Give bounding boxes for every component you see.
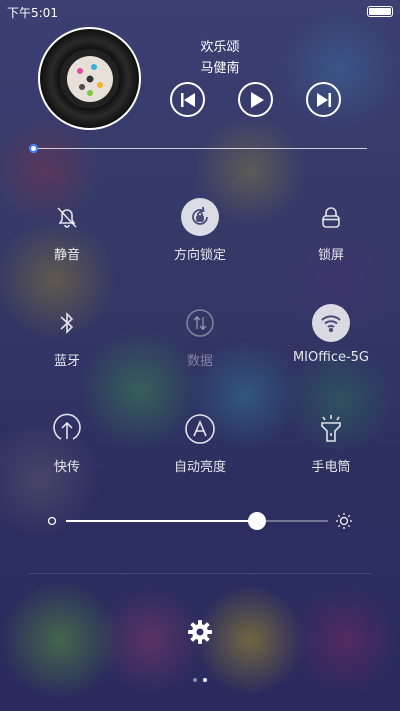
next-button[interactable] [306,82,341,117]
tile-flashlight[interactable]: 手电筒 [271,410,391,475]
data-icon [181,304,219,342]
tile-label: 自动亮度 [173,460,226,475]
status-time: 下午5:01 [7,6,58,20]
album-art [66,55,113,102]
tile-label: 锁屏 [317,248,344,263]
wifi-icon [312,304,350,342]
auto-brightness-icon [181,410,219,448]
tile-label: MIOffice-5G [292,350,370,365]
page-indicator-dot-1 [193,678,197,682]
battery-icon [367,6,393,17]
tile-mute[interactable]: 静音 [7,198,127,263]
transfer-icon [48,410,86,448]
previous-button[interactable] [170,82,205,117]
lock-icon [312,198,350,236]
music-progress-track[interactable] [33,148,367,149]
brightness-slider[interactable] [66,512,328,530]
tile-label: 方向锁定 [173,248,226,263]
tile-bluetooth[interactable]: 蓝牙 [7,304,127,369]
tile-rotation-lock[interactable]: 方向锁定 [140,198,260,263]
bluetooth-icon [48,304,86,342]
album-disc[interactable] [38,27,141,130]
tile-wifi[interactable]: MIOffice-5G [271,304,391,365]
page-indicator-dot-2 [203,678,207,682]
bell-off-icon [48,198,86,236]
flashlight-icon [312,410,350,448]
gear-icon[interactable] [187,619,213,645]
tile-lock-screen[interactable]: 锁屏 [271,198,391,263]
tile-label: 蓝牙 [53,354,80,369]
control-center: 下午5:01 欢乐颂 马健南 静音 方向锁定 锁屏 蓝牙 数据 MIOffice… [0,0,400,711]
play-icon [250,91,264,108]
brightness-handle[interactable] [248,512,267,530]
song-title: 欢乐颂 [200,40,240,55]
brightness-low-icon [47,516,57,526]
tile-label: 静音 [53,248,80,263]
tile-mobile-data[interactable]: 数据 [140,304,260,369]
tile-quick-transfer[interactable]: 快传 [7,410,127,475]
tile-auto-brightness[interactable]: 自动亮度 [140,410,260,475]
tile-label: 快传 [53,460,80,475]
play-button[interactable] [238,82,273,117]
brightness-fill [66,520,258,522]
previous-icon [180,92,195,107]
brightness-high-icon [336,513,352,529]
tile-label: 数据 [186,354,213,369]
next-icon [316,92,331,107]
divider [28,573,372,574]
song-artist: 马健南 [200,61,240,76]
tile-label: 手电筒 [311,460,351,475]
rotation-lock-icon [181,198,219,236]
music-progress-handle[interactable] [29,144,38,153]
